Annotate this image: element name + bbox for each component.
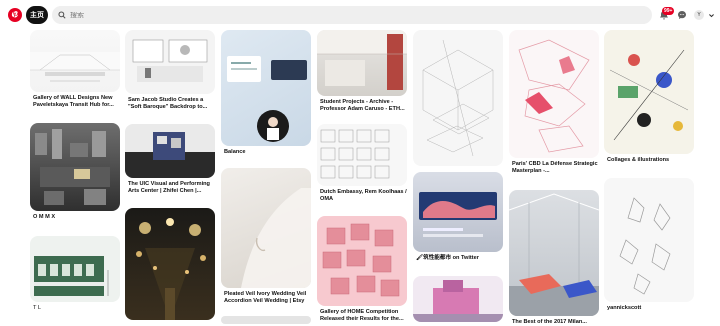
pin-image[interactable] xyxy=(30,30,120,92)
pin-title: Sam Jacob Studio Creates a "Soft Baroque… xyxy=(128,97,208,110)
ui-design-image xyxy=(227,56,307,142)
pin-image[interactable] xyxy=(413,276,503,322)
pin-image[interactable] xyxy=(604,30,694,154)
pinterest-p-icon xyxy=(11,11,18,18)
notification-badge: 99+ xyxy=(662,7,675,15)
pin-card[interactable] xyxy=(221,316,311,324)
building-facade-image xyxy=(34,256,109,296)
sketch-drawing-image xyxy=(619,197,671,295)
pin-title: Balance xyxy=(224,149,246,155)
search-input[interactable] xyxy=(70,11,630,19)
pin-card[interactable]: T L xyxy=(30,236,120,312)
exhibition-hall-image xyxy=(509,193,599,316)
pin-card[interactable]: Dutch Embassy, Rem Koolhaas / OMA xyxy=(317,124,407,202)
pin-title: The UIC Visual and Performing Arts Cente… xyxy=(128,181,210,194)
pin-image[interactable] xyxy=(30,123,120,211)
pin-image[interactable] xyxy=(30,236,120,302)
night-street-image xyxy=(136,218,206,320)
pin-image[interactable] xyxy=(221,316,311,324)
pin-card[interactable]: Gallery of HOME Competition Released the… xyxy=(317,216,407,322)
pin-image[interactable] xyxy=(604,178,694,302)
chat-icon[interactable] xyxy=(677,10,687,20)
pin-card[interactable]: Pleated Veil Ivory Wedding Veil Accordio… xyxy=(221,168,311,304)
pin-card[interactable]: 🖌筑性能都市 on Twitter xyxy=(413,172,503,262)
pin-card[interactable]: Student Projects - Archive - Professor A… xyxy=(317,30,407,112)
pin-image[interactable] xyxy=(413,172,503,252)
pin-title: O M M X xyxy=(33,214,56,220)
pin-card[interactable]: Sam Jacob Studio Creates a "Soft Baroque… xyxy=(125,30,215,110)
pin-card[interactable]: The UIC Visual and Performing Arts Cente… xyxy=(125,124,215,194)
pin-image[interactable] xyxy=(317,216,407,306)
city-aerial-image xyxy=(35,129,110,205)
pin-card[interactable]: Collages & illustrations xyxy=(604,30,694,164)
pin-image[interactable] xyxy=(509,190,599,316)
pin-image[interactable] xyxy=(509,30,599,158)
pin-title: The Best of the 2017 Milan... xyxy=(512,319,587,325)
pin-image[interactable] xyxy=(413,30,503,166)
pin-card[interactable]: Balance xyxy=(221,30,311,156)
urban-masterplan-image xyxy=(518,39,590,153)
pin-card[interactable]: Paris' CBD La Défense Strategic Masterpl… xyxy=(509,30,599,174)
pin-title: 🖌筑性能都市 on Twitter xyxy=(416,255,479,261)
pin-image[interactable] xyxy=(125,30,215,94)
pinterest-logo[interactable] xyxy=(8,8,22,22)
veil-photo-image xyxy=(241,188,311,288)
pin-title: Gallery of WALL Designs New Paveletskaya… xyxy=(33,95,114,108)
pin-image[interactable] xyxy=(221,30,311,146)
pin-card[interactable] xyxy=(413,30,503,166)
pin-title: Collages & illustrations xyxy=(607,157,670,163)
interior-rendering-image xyxy=(317,30,407,90)
pin-card[interactable]: yannickscott xyxy=(604,178,694,312)
search-bar[interactable] xyxy=(52,6,652,24)
pin-card[interactable]: Gallery of WALL Designs New Paveletskaya… xyxy=(30,30,120,108)
collage-illustration-image xyxy=(609,49,689,141)
pin-title: Paris' CBD La Défense Strategic Masterpl… xyxy=(512,161,598,174)
pin-title: yannickscott xyxy=(607,305,642,311)
pin-image[interactable] xyxy=(317,124,407,186)
pink-modular-image xyxy=(322,223,400,297)
pin-card[interactable]: The Best of the 2017 Milan... xyxy=(509,190,599,326)
screen-ui-image xyxy=(419,192,497,237)
diagram-sheet-image xyxy=(320,129,390,179)
pin-title: Pleated Veil Ivory Wedding Veil Accordio… xyxy=(224,291,307,304)
pin-image[interactable] xyxy=(317,30,407,96)
pin-image[interactable] xyxy=(125,208,215,320)
chevron-down-icon[interactable] xyxy=(708,12,715,19)
pin-card[interactable] xyxy=(125,208,215,320)
pin-image[interactable] xyxy=(125,124,215,178)
home-tab-button[interactable]: 主页 xyxy=(26,6,48,24)
architecture-drawing-image xyxy=(30,52,120,82)
pin-title: Student Projects - Archive - Professor A… xyxy=(320,99,405,112)
pink-building-image xyxy=(413,280,503,322)
search-icon xyxy=(58,11,66,19)
architecture-model-image xyxy=(125,132,215,178)
top-nav-bar: 主页 99+ Y xyxy=(0,0,720,30)
pin-title: Gallery of HOME Competition Released the… xyxy=(320,309,404,322)
pin-card[interactable]: O M M X xyxy=(30,123,120,221)
axonometric-drawing-image xyxy=(422,39,494,157)
pin-title: T L xyxy=(33,305,41,311)
gallery-installation-image xyxy=(132,39,208,82)
pin-image[interactable] xyxy=(221,168,311,288)
pin-card[interactable] xyxy=(413,276,503,322)
pin-title: Dutch Embassy, Rem Koolhaas / OMA xyxy=(320,189,407,202)
avatar[interactable]: Y xyxy=(694,10,704,20)
